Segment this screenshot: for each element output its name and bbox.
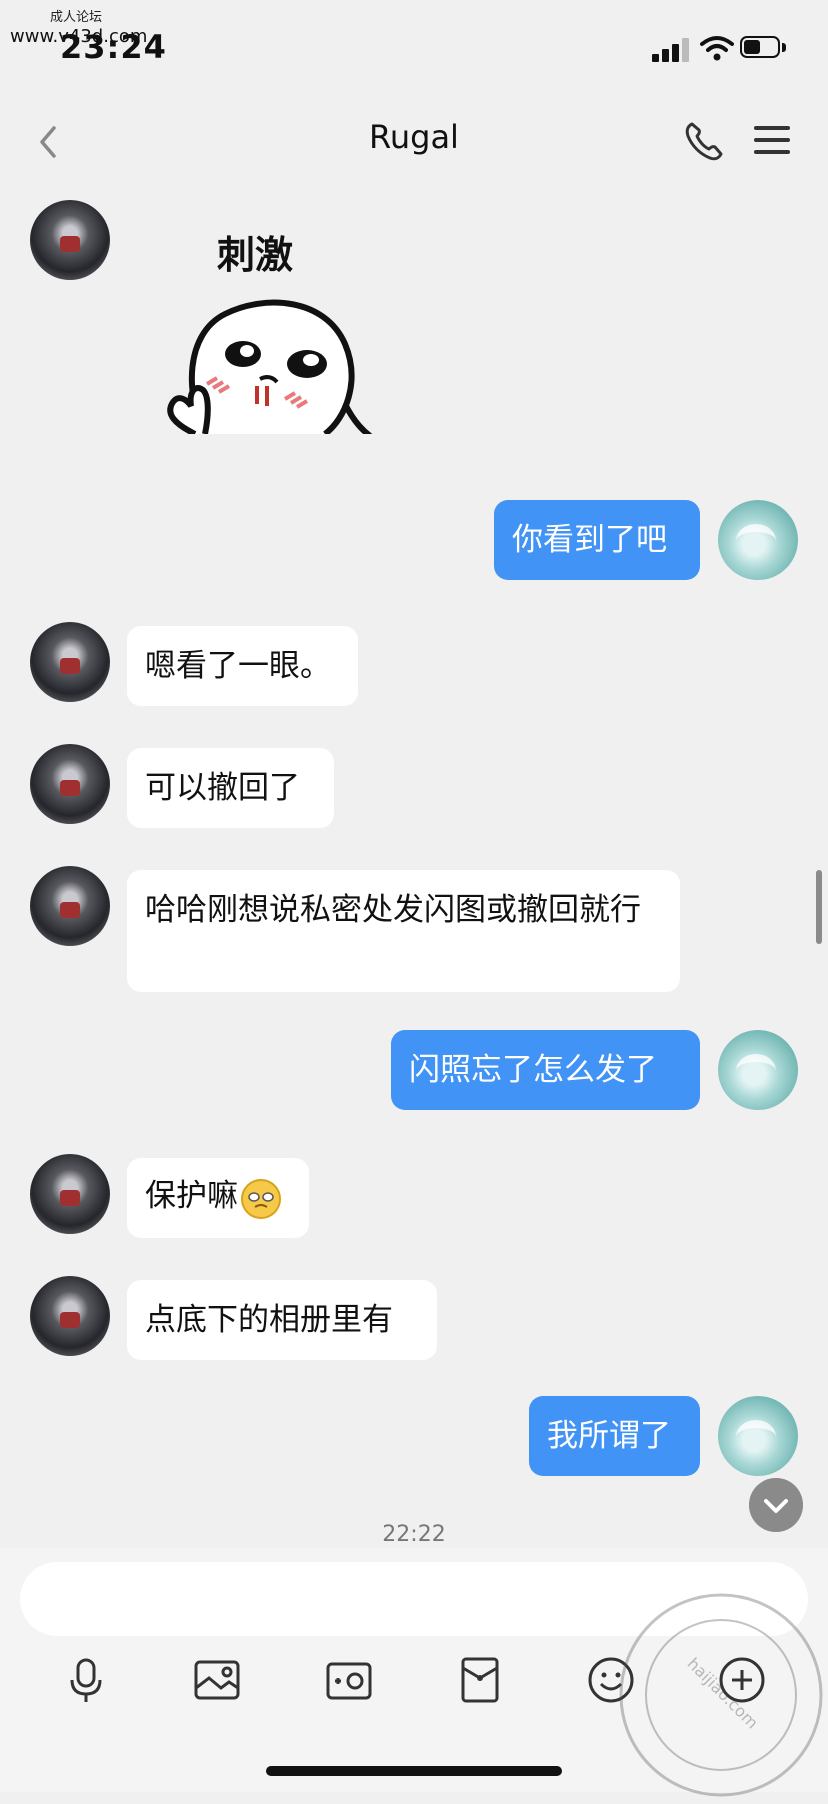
message-bubble-incoming[interactable]: 点底下的相册里有 <box>127 1280 437 1360</box>
message-bubble-outgoing[interactable]: 我所谓了 <box>529 1396 700 1476</box>
scroll-to-bottom-button[interactable] <box>749 1478 803 1532</box>
message-list[interactable]: 刺激 你看到了吧 嗯看了一眼。 可以撤回了 哈哈刚想说私密处发闪图或撤回就行 闪… <box>0 184 828 1544</box>
contact-avatar[interactable] <box>30 1154 110 1234</box>
microphone-icon[interactable] <box>60 1654 112 1706</box>
sticker-face-icon <box>167 299 372 434</box>
status-bar: 成人论坛 www.v43d.com 23:24 <box>0 0 828 100</box>
camera-icon[interactable] <box>323 1654 375 1706</box>
watermark-logo: haijiao.com <box>619 1593 823 1797</box>
scrollbar[interactable] <box>816 870 822 944</box>
photo-album-icon[interactable] <box>191 1654 243 1706</box>
sweating-face-emoji-icon <box>241 1178 281 1219</box>
my-avatar[interactable] <box>718 500 798 580</box>
contact-avatar[interactable] <box>30 622 110 702</box>
contact-avatar[interactable] <box>30 744 110 824</box>
status-time: 23:24 <box>60 28 167 66</box>
menu-button[interactable] <box>752 122 792 158</box>
contact-avatar[interactable] <box>30 200 110 280</box>
wifi-icon <box>700 36 734 61</box>
home-indicator[interactable] <box>266 1766 562 1776</box>
watermark-site-label: 成人论坛 <box>50 10 103 25</box>
watermark-bottom-text: haijiao.com <box>684 1654 762 1732</box>
sticker-caption: 刺激 <box>217 233 294 277</box>
message-text: 保护嘛 <box>145 1178 238 1214</box>
message-bubble-outgoing[interactable]: 你看到了吧 <box>494 500 700 580</box>
sticker-message[interactable]: 刺激 <box>165 224 405 434</box>
cellular-signal-icon <box>652 36 690 62</box>
message-bubble-outgoing[interactable]: 闪照忘了怎么发了 <box>391 1030 700 1110</box>
my-avatar[interactable] <box>718 1396 798 1476</box>
battery-icon <box>740 36 788 62</box>
red-packet-icon[interactable] <box>454 1654 506 1706</box>
message-bubble-incoming[interactable]: 保护嘛 <box>127 1158 309 1238</box>
my-avatar[interactable] <box>718 1030 798 1110</box>
contact-avatar[interactable] <box>30 866 110 946</box>
message-timestamp: 22:22 <box>382 1522 446 1547</box>
contact-avatar[interactable] <box>30 1276 110 1356</box>
message-bubble-incoming[interactable]: 可以撤回了 <box>127 748 334 828</box>
message-bubble-incoming[interactable]: 哈哈刚想说私密处发闪图或撤回就行 <box>127 870 680 992</box>
phone-call-button[interactable] <box>682 118 726 162</box>
message-bubble-incoming[interactable]: 嗯看了一眼。 <box>127 626 358 706</box>
chat-header: Rugal <box>0 100 828 184</box>
